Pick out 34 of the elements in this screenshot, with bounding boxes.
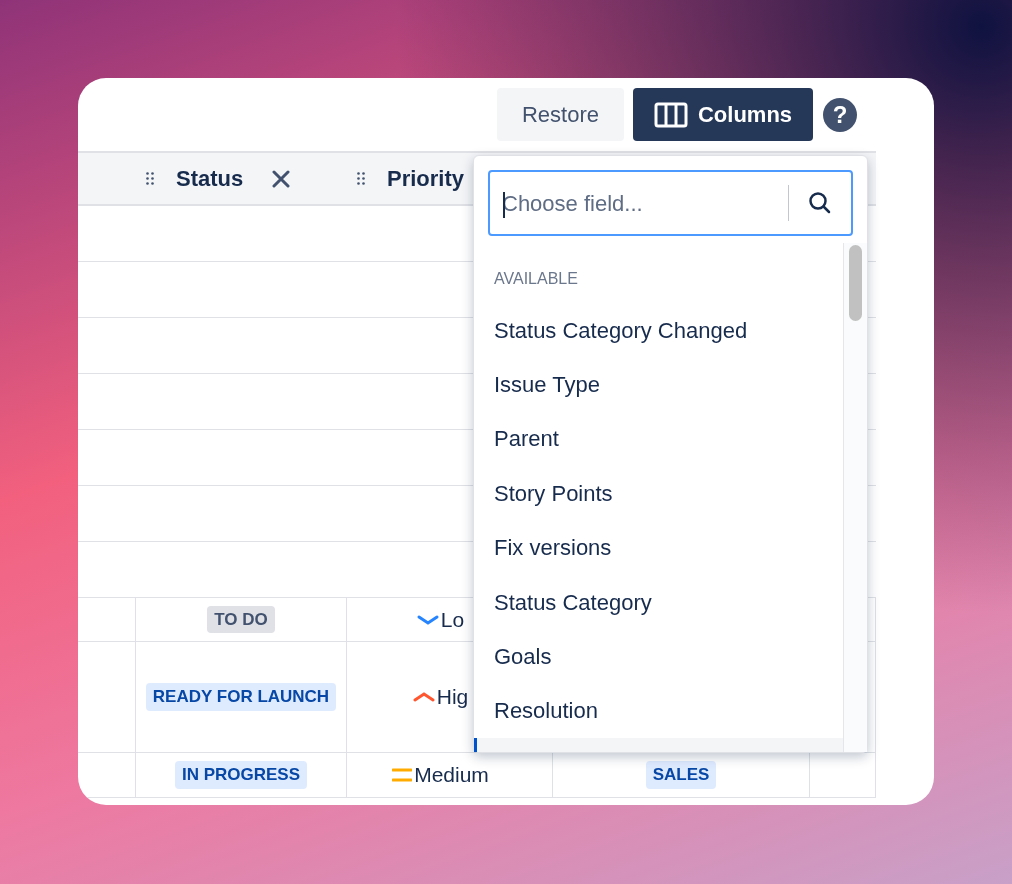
search-box[interactable]: Choose field... — [488, 170, 853, 236]
restore-button[interactable]: Restore — [497, 88, 624, 141]
column-header[interactable]: Priority — [387, 162, 465, 195]
menu-item[interactable]: Fix versions — [474, 520, 843, 575]
drag-handle-icon[interactable] — [357, 172, 365, 185]
section-heading: AVAILABLE — [494, 270, 578, 287]
menu-item[interactable]: Story Points — [474, 466, 843, 521]
priority-text: Medium — [414, 762, 489, 789]
status-lozenge: TO DO — [207, 605, 275, 634]
status-lozenge: SALES — [645, 761, 717, 789]
text-caret — [503, 192, 505, 218]
scrollbar-thumb[interactable] — [849, 245, 862, 321]
menu-item[interactable]: Issue Type — [474, 357, 843, 412]
help-button[interactable]: ? — [823, 97, 857, 132]
chevron-down-icon — [416, 613, 439, 626]
equals-icon — [392, 768, 413, 782]
menu-item[interactable]: Goals — [474, 629, 843, 684]
columns-button[interactable]: Columns — [633, 88, 813, 141]
menu-item[interactable]: Status Category Changed — [474, 303, 843, 358]
priority-text: Lo — [440, 606, 465, 633]
menu-item[interactable]: Status Category — [474, 574, 843, 630]
chevron-up-icon — [412, 691, 435, 703]
columns-icon — [653, 101, 688, 128]
status-lozenge: READY FOR LAUNCH — [145, 683, 337, 711]
menu-item[interactable]: Resolution — [474, 683, 843, 739]
column-header[interactable]: Status — [176, 162, 244, 195]
menu-item[interactable]: Parent — [474, 411, 843, 467]
search-input[interactable]: Choose field... — [490, 186, 788, 220]
status-lozenge: IN PROGRESS — [174, 761, 308, 789]
drag-handle-icon[interactable] — [146, 172, 154, 185]
scrollbar[interactable] — [843, 243, 867, 752]
close-icon[interactable] — [272, 169, 291, 188]
priority-text: Hig — [436, 684, 469, 711]
search-icon[interactable] — [808, 191, 832, 215]
